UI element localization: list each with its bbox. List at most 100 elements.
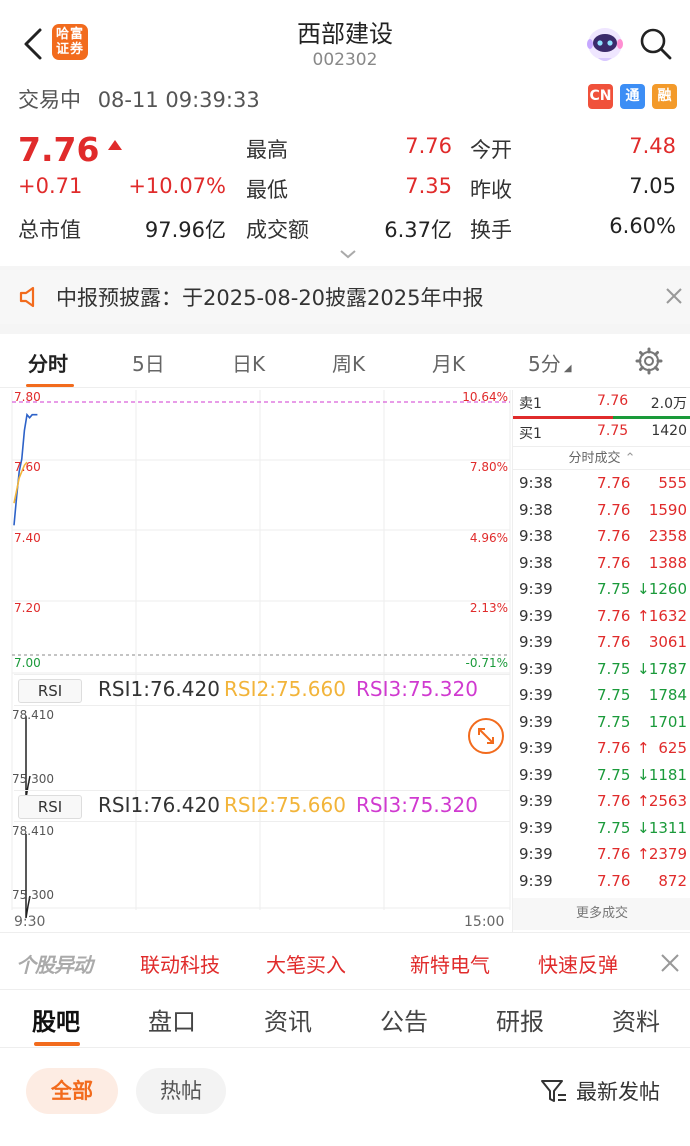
tick-time: 9:38 [519, 500, 553, 519]
movement-item[interactable]: 联动科技 [140, 949, 220, 978]
low-label: 最低 [246, 178, 288, 202]
movements-title: 个股异动 [16, 953, 93, 977]
filter-sort-icon[interactable] [540, 1078, 568, 1104]
tick-row: 9:38 7.76 555 [513, 472, 690, 498]
close-icon[interactable] [660, 953, 680, 973]
mcap-label: 总市值 [18, 218, 81, 242]
bid-label: 买1 [519, 426, 542, 442]
bid-volume: 1420 [651, 423, 687, 439]
tab-5min-label: 5分 [528, 352, 561, 376]
x-tick-start: 9:30 [14, 914, 46, 930]
amount-value: 6.37亿 [384, 218, 452, 242]
tab-5min[interactable]: 5分 ◢ [528, 348, 572, 377]
tick-direction-arrow: ↑ [637, 845, 650, 863]
sort-latest-button[interactable]: 最新发帖 [576, 1076, 660, 1106]
tick-price: 7.75 [597, 765, 631, 784]
tick-row: 9:39 7.75 ↓ 1181 [513, 764, 690, 790]
y-tick-right-1: 7.80% [469, 460, 508, 474]
tab-research[interactable]: 研报 [496, 1002, 544, 1037]
tick-row: 9:39 7.76 ↑ 625 [513, 737, 690, 763]
high-label: 最高 [246, 138, 288, 162]
tick-volume: 1787 [648, 659, 687, 678]
chart-period-tabs: 分时 5日 日K 周K 月K 5分 ◢ [0, 334, 690, 388]
rsi2-axis-bottom: 75.300 [12, 888, 54, 902]
tick-row: 9:39 7.75 1701 [513, 711, 690, 737]
rsi-indicator-button[interactable]: RSI [18, 679, 82, 703]
search-icon[interactable] [638, 26, 674, 62]
amount-label: 成交额 [246, 218, 309, 242]
tick-time: 9:38 [519, 474, 553, 492]
tab-announcements[interactable]: 公告 [380, 1002, 428, 1037]
rsi2-trace [25, 834, 31, 919]
expand-chevron-icon[interactable] [338, 248, 358, 260]
rsi2-value: RSI2:75.660 [224, 793, 346, 817]
tick-time: 9:38 [519, 553, 553, 572]
ai-assistant-icon[interactable] [584, 22, 626, 66]
price-change: +0.71 [18, 174, 83, 198]
trading-status: 交易中 08-11 09:39:33 [18, 84, 270, 114]
ask-label: 卖1 [519, 396, 542, 412]
y-tick-left-0: 7.80 [14, 390, 41, 404]
tick-price: 7.76 [597, 553, 631, 572]
tick-row: 9:38 7.76 1388 [513, 552, 690, 578]
tick-volume: 3061 [648, 633, 687, 651]
tick-price: 7.75 [597, 712, 631, 731]
notice-bar[interactable]: 中报预披露：于2025-08-20披露2025年中报 [0, 270, 690, 324]
gear-icon[interactable] [634, 346, 664, 376]
tab-news[interactable]: 资讯 [264, 1002, 312, 1037]
active-tab-indicator [34, 1042, 80, 1046]
tick-trades-toggle[interactable]: 分时成交 ⌃ [513, 446, 690, 470]
tick-direction-arrow: ↓ [637, 580, 650, 598]
tab-5day[interactable]: 5日 [132, 348, 165, 377]
tick-time: 9:38 [519, 527, 553, 545]
tab-weekly-k[interactable]: 周K [332, 348, 365, 377]
rsi1-value: RSI1:76.420 [98, 677, 220, 701]
tick-price: 7.76 [597, 633, 631, 651]
movement-item[interactable]: 快速反弹 [538, 949, 618, 978]
tab-intraday[interactable]: 分时 [28, 348, 68, 377]
filter-all-chip[interactable]: 全部 [26, 1068, 118, 1114]
speaker-icon [19, 286, 35, 308]
tab-daily-k[interactable]: 日K [232, 348, 265, 377]
tick-volume: 2358 [648, 527, 687, 545]
rsi-panel-1[interactable]: RSI RSI1:76.420 RSI2:75.660 RSI3:75.320 [14, 674, 510, 706]
market-tag-connect: 通 [620, 84, 645, 109]
chevron-up-icon: ⌃ [624, 451, 636, 466]
tab-market-depth[interactable]: 盘口 [148, 1002, 196, 1037]
tick-direction-arrow: ↓ [637, 659, 650, 678]
intraday-chart[interactable]: 7.80 7.60 7.40 7.20 7.00 10.64% 7.80% 4.… [0, 390, 512, 932]
movement-item[interactable]: 新特电气 [410, 949, 490, 978]
open-value: 7.48 [629, 134, 676, 158]
tick-time: 9:39 [519, 633, 553, 651]
tick-row: 9:39 7.76 ↑ 1632 [513, 605, 690, 631]
market-tag-margin: 融 [652, 84, 677, 109]
open-label: 今开 [470, 138, 512, 162]
prev-close-value: 7.05 [629, 174, 676, 198]
tick-volume: 1784 [648, 686, 687, 704]
tick-price: 7.76 [597, 606, 631, 625]
tick-time: 9:39 [519, 606, 553, 625]
rsi-panel-2[interactable]: RSI RSI1:76.420 RSI2:75.660 RSI3:75.320 [14, 790, 510, 822]
tick-price: 7.75 [597, 580, 631, 598]
trading-state: 交易中 [18, 88, 81, 112]
section-divider [0, 324, 690, 334]
tab-monthly-k[interactable]: 月K [432, 348, 465, 377]
rsi-indicator-button[interactable]: RSI [18, 795, 82, 819]
tab-forum[interactable]: 股吧 [32, 1002, 80, 1037]
y-tick-left-3: 7.20 [14, 601, 41, 615]
tick-trades-title: 分时成交 [568, 451, 621, 466]
close-icon[interactable] [664, 286, 684, 306]
prev-close-label: 昨收 [470, 178, 512, 202]
movement-item[interactable]: 大笔买入 [266, 949, 346, 978]
more-trades-button[interactable]: 更多成交 [513, 898, 690, 930]
tick-price: 7.76 [597, 792, 631, 810]
filter-hot-chip[interactable]: 热帖 [136, 1068, 226, 1114]
tick-row: 9:39 7.76 872 [513, 870, 690, 896]
tab-profile[interactable]: 资料 [612, 1002, 660, 1037]
tick-time: 9:39 [519, 712, 553, 731]
tick-time: 9:39 [519, 739, 553, 757]
post-filters: 全部 热帖 最新发帖 [0, 1050, 690, 1146]
tick-row: 9:39 7.75 ↓ 1787 [513, 658, 690, 684]
rsi1-axis-bottom: 75.300 [12, 772, 54, 786]
fullscreen-expand-icon[interactable] [466, 716, 506, 756]
